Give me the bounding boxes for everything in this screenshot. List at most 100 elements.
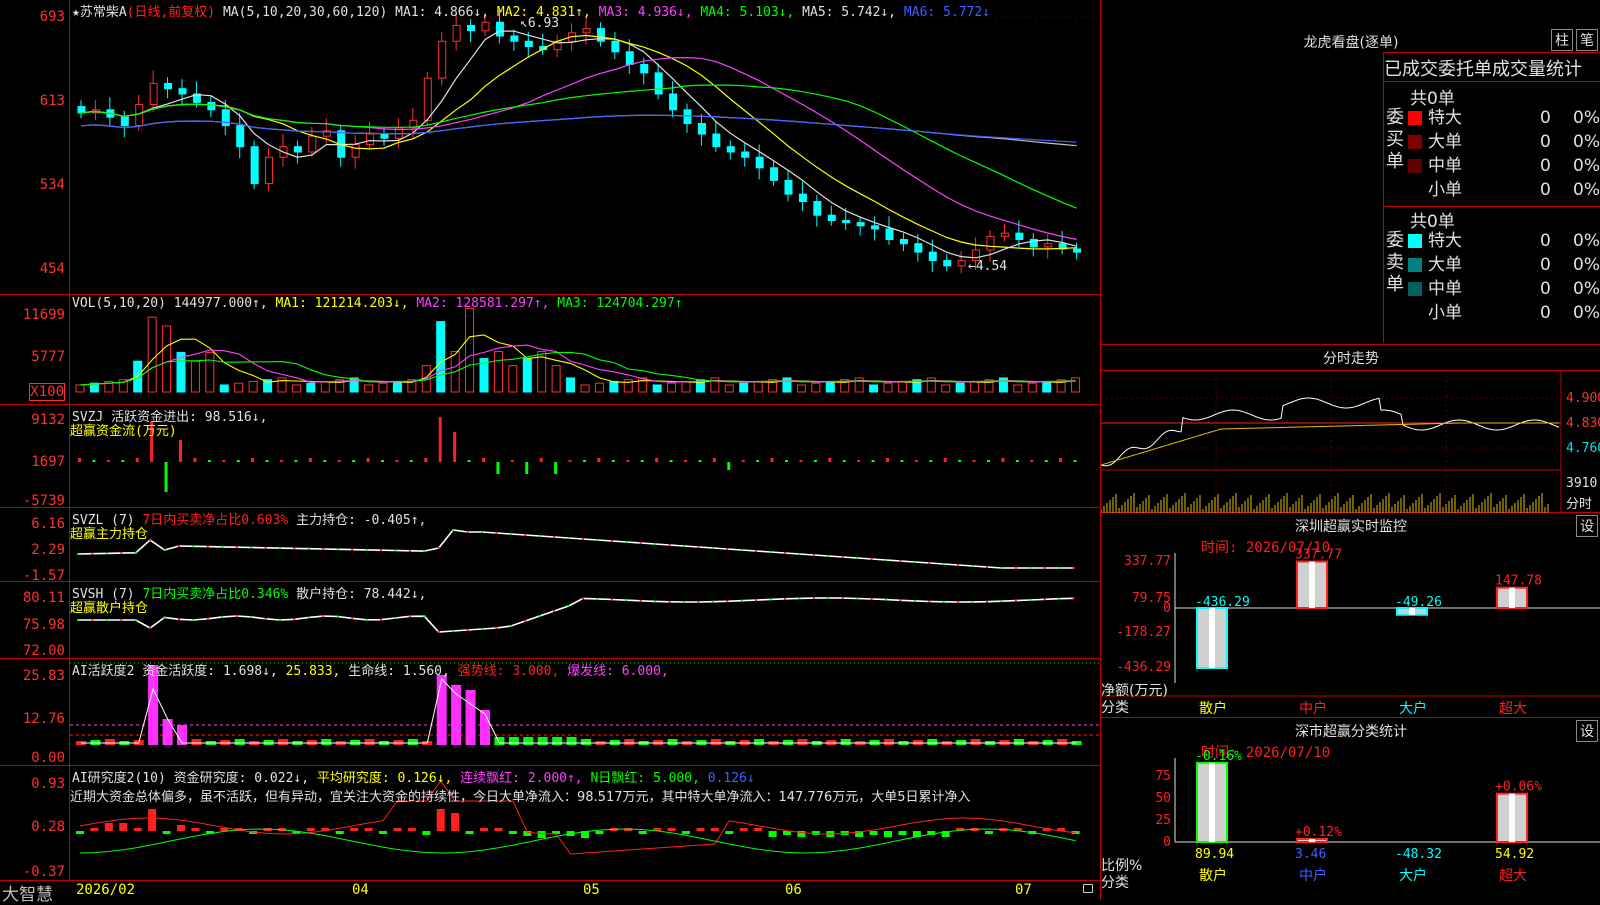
volume-bar [811, 382, 821, 393]
indicator-dot [336, 615, 339, 618]
indicator-dot [899, 599, 902, 602]
indicator-dot [509, 533, 512, 535]
classify-panel[interactable]: 深市超赢分类统计 设 时间: 2026/07/10 75 50 25 0 -0.16% 8… [1101, 718, 1600, 900]
indicator-dot [235, 615, 238, 617]
volume-bar [681, 380, 691, 393]
ai-research-panel[interactable]: 0.93 0.28 -0.37 AI研究度2(10) 资金研究度: 0.022↓, … [0, 766, 1100, 880]
candle-body [481, 21, 490, 32]
ai-activity-bar [480, 710, 490, 745]
low-price-label: ←4.54 [968, 259, 1007, 274]
ai-research-bar [133, 828, 142, 831]
monitor-chart[interactable]: 337.7779.750-178.27-436.29-436.29散户337.7… [1101, 513, 1600, 718]
indicator-dot [221, 545, 224, 548]
volume-panel[interactable]: 11699 5777 X100 VOL(5,10,20) 144977.000↑, … [0, 295, 1100, 405]
ai-research-bar [898, 831, 907, 835]
kline-panel[interactable]: 693 613 534 454 ↖6.93 ←4.54 ★苏常柴A(日线,前复权) MA… [0, 0, 1100, 295]
candle-body [827, 214, 836, 221]
date-axis: 大智慧 2026/02 04 05 06 07 [0, 880, 1100, 905]
indicator-dot [134, 619, 137, 621]
indicator-dot [466, 629, 469, 631]
main-chart-area[interactable]: 693 613 534 454 ↖6.93 ←4.54 ★苏常柴A(日线,前复权) MA… [0, 0, 1100, 905]
volume-bar [306, 382, 316, 393]
ai-activity-panel[interactable]: 25.83 12.76 0.00 AI活跃度2 资金活跃度: 1.698↓, 25.… [0, 659, 1100, 766]
classify-chart[interactable]: 75 50 25 0 -0.16% 89.94 散户 +0.12% 3.46 中户 -48.32 大户… [1101, 718, 1600, 900]
indicator-dot [798, 553, 801, 555]
classify-change-label: -0.16% [1195, 749, 1242, 764]
candle-body [178, 88, 187, 95]
color-swatch [1408, 135, 1422, 149]
volume-bar [566, 377, 576, 393]
volume-chart[interactable] [70, 295, 1100, 405]
ai-activity-bar [191, 739, 202, 745]
svzj-bar [135, 458, 139, 462]
svzj-bar [1030, 460, 1034, 462]
svsh-panel[interactable]: 80.11 75.98 72.00 SVSH (7) 7日内买卖净占比0.346% … [0, 582, 1100, 659]
order-count: 0 [1540, 108, 1551, 128]
monitor-category-label: 散户 [1199, 700, 1227, 717]
intraday-panel[interactable]: 分时走势 4.900 4.830 4.760 3910 分时 [1101, 345, 1600, 513]
ai-research-bar [379, 831, 387, 834]
tick-mode-button[interactable]: 笔 [1576, 29, 1598, 51]
indicator-dot [1072, 597, 1075, 600]
ai-activity-bar [754, 739, 765, 745]
order-count: 0 [1540, 231, 1551, 251]
classify-category-label: 超大 [1499, 868, 1527, 884]
ai-research-bar [422, 831, 431, 835]
candle-body [308, 135, 317, 153]
svzj-bar [698, 460, 702, 462]
classify-xlabel: 分类 [1101, 875, 1129, 891]
indicator-dot [798, 597, 801, 600]
candle-body [640, 63, 649, 74]
svzj-bar [669, 460, 673, 462]
svzj-bar [554, 462, 558, 474]
indicator-dot [683, 545, 685, 547]
volume-bar [1042, 380, 1052, 393]
svzj-bar [611, 460, 615, 462]
indicator-dot [784, 597, 786, 600]
candle-body [611, 40, 620, 53]
indicator-dot [697, 546, 700, 548]
order-row: 小单 0 0% [1408, 178, 1600, 202]
order-row: 特大 0 0% [1408, 229, 1600, 253]
indicator-dot [913, 599, 916, 602]
classify-value-label: 54.92 [1495, 847, 1534, 862]
svzj-bar [583, 460, 586, 462]
ai-activity-bar [566, 737, 577, 745]
indicator-dot [596, 539, 599, 541]
candle-body [380, 133, 389, 139]
indicator-dot [351, 548, 354, 551]
volume-bar [854, 377, 864, 393]
monitor-bar-highlight [1309, 561, 1315, 608]
svzj-bar [842, 460, 846, 462]
candle-body [1044, 243, 1053, 248]
bar-mode-button[interactable]: 柱 [1551, 29, 1573, 51]
lock-icon[interactable] [1083, 884, 1093, 893]
kline-chart[interactable]: ↖6.93←4.54 [70, 0, 1100, 295]
volume-bar [75, 384, 85, 393]
intraday-chart[interactable] [1101, 370, 1600, 513]
ai-activity-bar [537, 737, 548, 745]
intraday-tick-high: 4.900 [1566, 391, 1600, 406]
volume-bar [320, 380, 330, 393]
indicator-dot [610, 598, 613, 601]
indicator-line [77, 529, 1074, 569]
svzj-panel[interactable]: 9132 1697 -5739 SVZJ 活跃资金进出: 98.516↓, 超赢资金… [0, 405, 1100, 509]
monitor-value-label: -49.26 [1395, 595, 1442, 610]
indicator-dot [149, 627, 152, 629]
svzj-bar [597, 458, 601, 462]
svzl-panel[interactable]: 6.16 2.29 -1.57 SVZL (7) 7日内买卖净占比0.603% 主力… [0, 508, 1100, 584]
volume-bar [1027, 382, 1037, 393]
indicator-dot [120, 552, 123, 555]
monitor-panel[interactable]: 深圳超赢实时监控 设 时间: 2026/07/10 337.77 79.75 0 -1… [1101, 513, 1600, 718]
svzj-bar [352, 460, 356, 462]
axis-tick: 613 [39, 93, 65, 109]
volume-bar [436, 321, 446, 393]
ai-activity-bar [364, 739, 375, 745]
header-item: 144977.000↑, [165, 296, 268, 311]
classify-axis-tick: 50 [1155, 791, 1171, 806]
candle-body [654, 72, 663, 95]
kline-plot[interactable]: ↖6.93 ←4.54 [70, 0, 1100, 294]
ai-research-bar [90, 828, 99, 831]
volume-bar [1013, 384, 1023, 393]
candle-body [986, 235, 995, 251]
